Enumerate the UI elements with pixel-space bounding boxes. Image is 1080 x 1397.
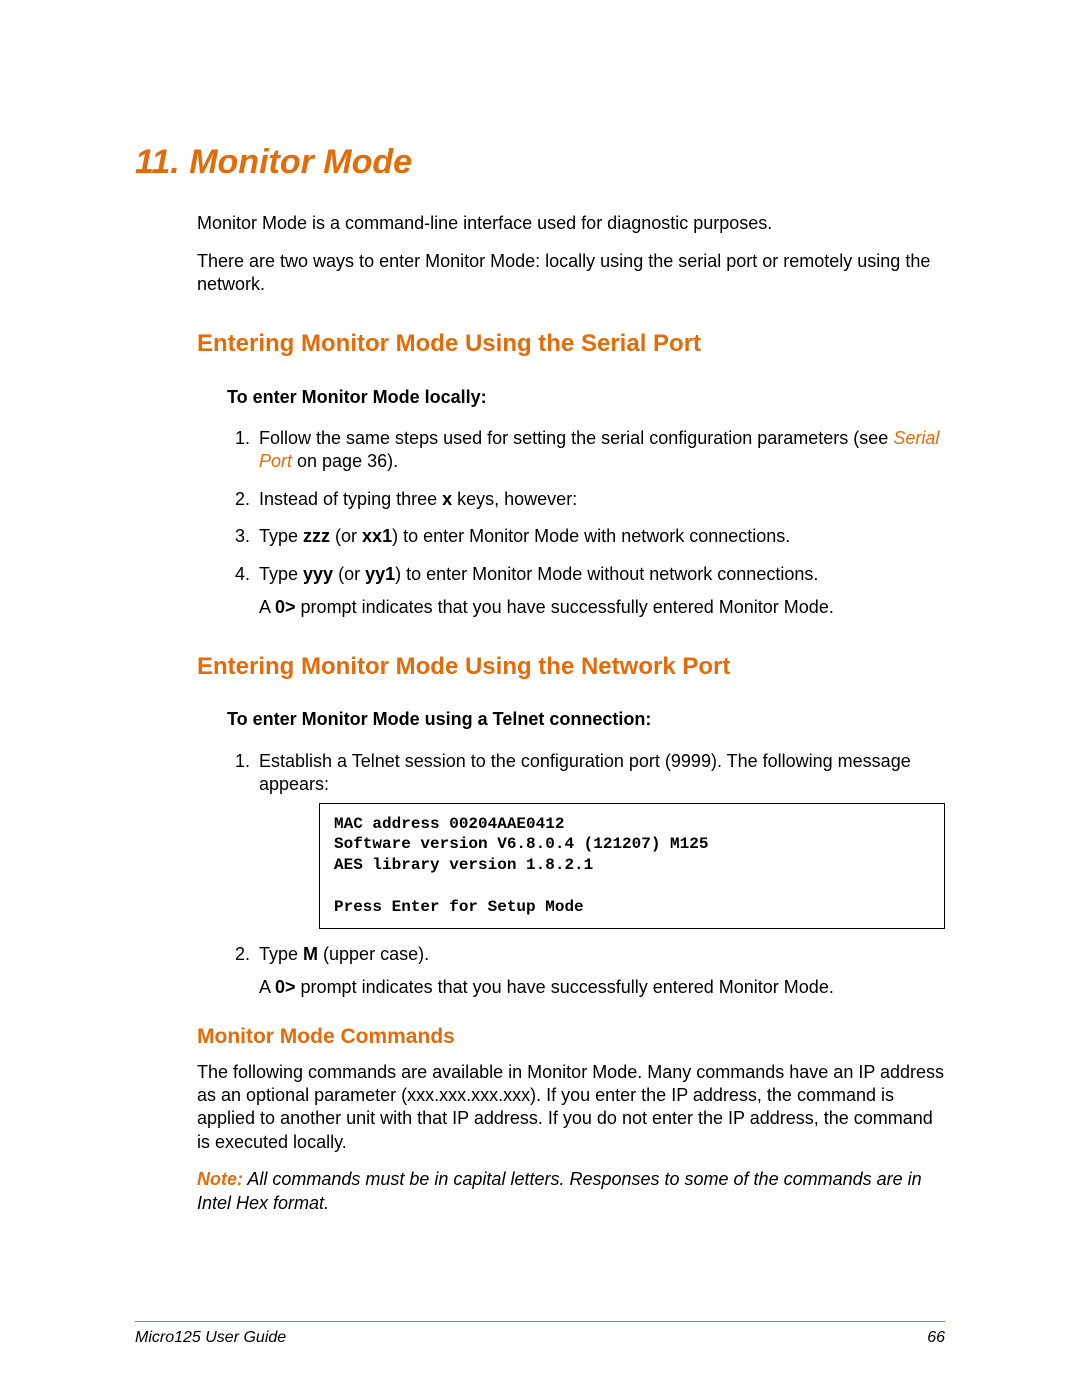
list-item: Type yyy (or yy1) to enter Monitor Mode … (255, 563, 945, 620)
note-label: Note: (197, 1169, 243, 1189)
steps-network: Establish a Telnet session to the config… (227, 750, 945, 1000)
list-item: Instead of typing three x keys, however: (255, 488, 945, 511)
step-text: on page 36). (292, 451, 398, 471)
step-continuation: A 0> prompt indicates that you have succ… (259, 976, 945, 999)
page-footer: Micro125 User Guide 66 (135, 1321, 945, 1349)
list-item: Establish a Telnet session to the config… (255, 750, 945, 929)
note-block: Note: All commands must be in capital le… (197, 1168, 945, 1215)
step-text: A (259, 597, 275, 617)
step-text: prompt indicates that you have successfu… (296, 977, 834, 997)
footer-guide-name: Micro125 User Guide (135, 1328, 286, 1349)
section-heading-serial: Entering Monitor Mode Using the Serial P… (197, 328, 945, 359)
step-text: Type (259, 944, 303, 964)
step-text: Type (259, 564, 303, 584)
step-text: Follow the same steps used for setting t… (259, 428, 893, 448)
prompt-zero: 0> (275, 597, 296, 617)
key-yy1: yy1 (365, 564, 395, 584)
step-text: ) to enter Monitor Mode with network con… (392, 526, 790, 546)
lead-network: To enter Monitor Mode using a Telnet con… (227, 708, 945, 731)
key-zzz: zzz (303, 526, 330, 546)
steps-serial: Follow the same steps used for setting t… (227, 427, 945, 619)
code-block: MAC address 00204AAE0412 Software versio… (319, 803, 945, 929)
list-item: Follow the same steps used for setting t… (255, 427, 945, 474)
section-heading-network: Entering Monitor Mode Using the Network … (197, 651, 945, 682)
step-text: Instead of typing three (259, 489, 442, 509)
step-text: A (259, 977, 275, 997)
list-item: Type zzz (or xx1) to enter Monitor Mode … (255, 525, 945, 548)
key-yyy: yyy (303, 564, 333, 584)
key-xx1: xx1 (362, 526, 392, 546)
step-text: Type (259, 526, 303, 546)
step-continuation: A 0> prompt indicates that you have succ… (259, 596, 945, 619)
lead-serial: To enter Monitor Mode locally: (227, 386, 945, 409)
key-x: x (442, 489, 452, 509)
chapter-number: 11. (135, 143, 180, 181)
intro-block: Monitor Mode is a command-line interface… (135, 212, 945, 296)
step-text: (upper case). (318, 944, 429, 964)
step-text: keys, however: (452, 489, 577, 509)
note-text: All commands must be in capital letters.… (197, 1169, 922, 1212)
step-text: (or (333, 564, 365, 584)
step-text: Establish a Telnet session to the config… (259, 751, 911, 794)
intro-para-1: Monitor Mode is a command-line interface… (135, 212, 945, 235)
subsection-heading-commands: Monitor Mode Commands (197, 1023, 945, 1050)
prompt-zero: 0> (275, 977, 296, 997)
step-text: prompt indicates that you have successfu… (296, 597, 834, 617)
chapter-name: Monitor Mode (189, 143, 412, 181)
key-m: M (303, 944, 318, 964)
commands-body: The following commands are available in … (197, 1061, 945, 1155)
step-text: ) to enter Monitor Mode without network … (395, 564, 818, 584)
chapter-title: 11. Monitor Mode (135, 140, 945, 184)
step-text: (or (330, 526, 362, 546)
footer-page-number: 66 (927, 1328, 945, 1349)
intro-para-2: There are two ways to enter Monitor Mode… (135, 250, 945, 297)
list-item: Type M (upper case). A 0> prompt indicat… (255, 943, 945, 1000)
